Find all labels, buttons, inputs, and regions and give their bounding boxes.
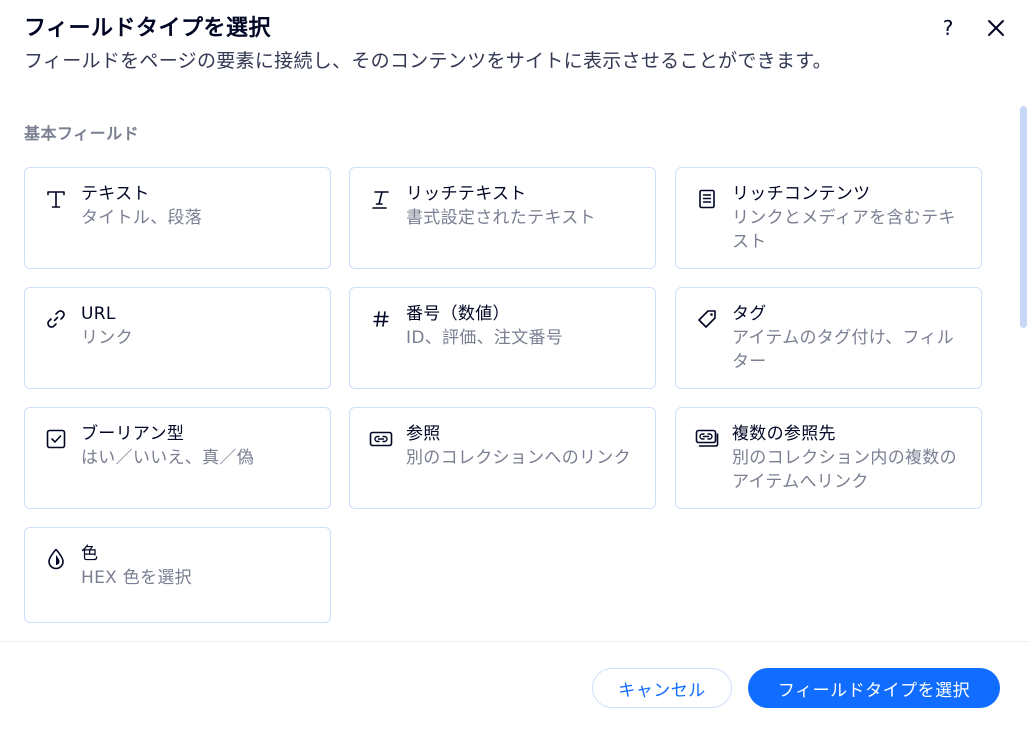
field-list-scroll-area[interactable]: 基本フィールド テキスト タイトル、段落 リッチテキスト 書式設定されたテキスト…: [0, 100, 1028, 640]
field-card-number[interactable]: 番号（数値） ID、評価、注文番号: [349, 287, 656, 389]
field-card-url[interactable]: URL リンク: [24, 287, 331, 389]
field-description: 書式設定されたテキスト: [406, 208, 596, 228]
field-label: テキスト: [81, 184, 150, 204]
field-card-multi-reference[interactable]: 複数の参照先 別のコレクション内の複数のアイテムへリンク: [675, 407, 982, 509]
help-icon: ?: [942, 16, 954, 40]
field-description: HEX 色を選択: [81, 568, 192, 588]
text-icon: [43, 186, 69, 212]
field-description: ID、評価、注文番号: [406, 328, 564, 348]
cancel-button[interactable]: キャンセル: [592, 668, 732, 708]
scrollbar-thumb[interactable]: [1020, 106, 1027, 328]
dialog-title: フィールドタイプを選択: [24, 16, 272, 41]
field-card-rich-text[interactable]: リッチテキスト 書式設定されたテキスト: [349, 167, 656, 269]
field-label: ブーリアン型: [81, 424, 185, 444]
close-button[interactable]: [982, 14, 1010, 42]
help-button[interactable]: ?: [934, 14, 962, 42]
document-icon: [694, 186, 720, 212]
tag-icon: [694, 306, 720, 332]
hash-icon: [368, 306, 394, 332]
select-field-type-button[interactable]: フィールドタイプを選択: [748, 668, 1000, 708]
field-label: 参照: [406, 424, 441, 444]
field-card-boolean[interactable]: ブーリアン型 はい／いいえ、真／偽: [24, 407, 331, 509]
field-type-dialog: フィールドタイプを選択 フィールドをページの要素に接続し、そのコンテンツをサイト…: [0, 0, 1028, 732]
field-description: 別のコレクションへのリンク: [406, 448, 631, 468]
section-label-basic-fields: 基本フィールド: [24, 124, 140, 143]
close-icon: [988, 20, 1004, 36]
color-drop-icon: [43, 546, 69, 572]
field-label: 色: [81, 544, 99, 564]
field-label: 複数の参照先: [732, 424, 836, 444]
field-card-tags[interactable]: タグ アイテムのタグ付け、フィルター: [675, 287, 982, 389]
field-card-color[interactable]: 色 HEX 色を選択: [24, 527, 331, 623]
reference-icon: [368, 426, 394, 452]
field-description: はい／いいえ、真／偽: [81, 448, 254, 468]
field-card-reference[interactable]: 参照 別のコレクションへのリンク: [349, 407, 656, 509]
field-label: リッチテキスト: [406, 184, 527, 204]
field-description: アイテムのタグ付け、フィルター: [732, 328, 955, 372]
dialog-header: フィールドタイプを選択 フィールドをページの要素に接続し、そのコンテンツをサイト…: [24, 14, 924, 74]
rich-text-icon: [368, 186, 394, 212]
link-icon: [43, 306, 69, 332]
field-card-rich-content[interactable]: リッチコンテンツ リンクとメディアを含むテキスト: [675, 167, 982, 269]
field-label: URL: [81, 304, 116, 324]
field-description: タイトル、段落: [81, 208, 203, 228]
dialog-subtitle: フィールドをページの要素に接続し、そのコンテンツをサイトに表示させることができま…: [24, 50, 832, 72]
field-description: リンクとメディアを含むテキスト: [732, 208, 956, 252]
field-description: 別のコレクション内の複数のアイテムへリンク: [732, 448, 957, 492]
field-description: リンク: [81, 328, 133, 348]
field-label: 番号（数値）: [406, 304, 510, 324]
multi-reference-icon: [694, 426, 720, 452]
checkbox-icon: [43, 426, 69, 452]
field-card-text[interactable]: テキスト タイトル、段落: [24, 167, 331, 269]
field-label: タグ: [732, 304, 767, 324]
field-label: リッチコンテンツ: [732, 184, 871, 204]
scrollbar[interactable]: [1018, 106, 1028, 636]
dialog-footer: キャンセル フィールドタイプを選択: [0, 641, 1028, 732]
